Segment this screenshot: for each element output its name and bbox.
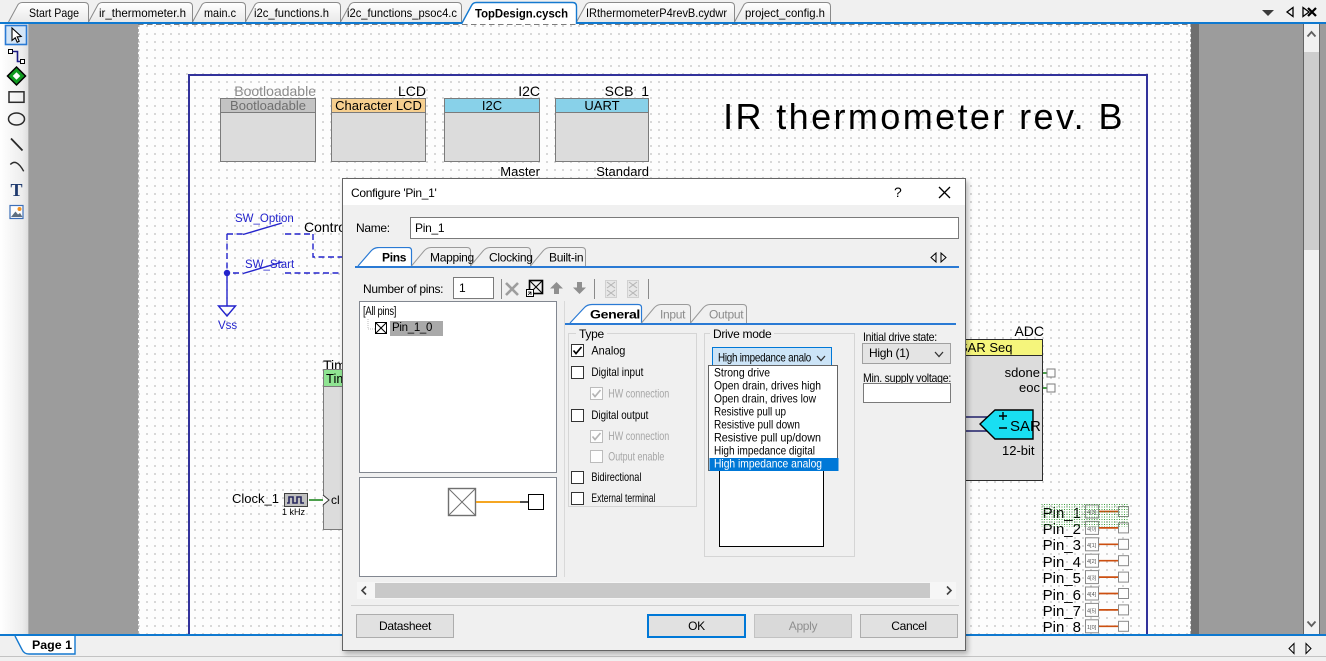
svg-text:TopDesign.cysch: TopDesign.cysch (475, 7, 568, 21)
svg-text:main.c: main.c (204, 6, 236, 20)
svg-text:1[0]: 1[0] (1087, 625, 1097, 631)
svg-text:Resistive pull up: Resistive pull up (714, 405, 786, 419)
svg-text:Digital input: Digital input (591, 365, 644, 379)
svg-text:4[5]: 4[5] (1087, 608, 1097, 614)
svg-text:Digital output: Digital output (591, 408, 649, 422)
svg-text:Strong drive: Strong drive (714, 366, 770, 380)
svg-text:General: General (590, 308, 640, 322)
svg-text:Start Page: Start Page (29, 6, 79, 20)
svg-text:Bidirectional: Bidirectional (591, 470, 641, 484)
svg-text:High impedance digital: High impedance digital (714, 444, 815, 458)
svg-text:Analog: Analog (591, 343, 625, 357)
svg-text:ir_thermometer.h: ir_thermometer.h (99, 6, 186, 20)
svg-text:External terminal: External terminal (591, 491, 655, 505)
svg-text:SAR: SAR (1010, 418, 1041, 435)
svg-text:project_config.h: project_config.h (745, 6, 825, 20)
svg-text:4[2]: 4[2] (1087, 559, 1097, 565)
svg-text:Output enable: Output enable (608, 449, 664, 463)
svg-text:4[0]: 4[0] (1087, 526, 1097, 532)
svg-text:T: T (11, 180, 23, 200)
svg-text:High impedance analo: High impedance analo (718, 351, 812, 365)
svg-text:HW connection: HW connection (608, 386, 669, 400)
svg-text:SW_Start: SW_Start (245, 259, 295, 271)
svg-text:Mapping: Mapping (430, 251, 474, 265)
svg-text:Resistive pull down: Resistive pull down (714, 418, 800, 432)
svg-text:Input: Input (660, 308, 686, 322)
svg-text:SW_Option: SW_Option (235, 213, 294, 225)
svg-text:cl: cl (331, 493, 340, 507)
svg-text:Open drain, drives high: Open drain, drives high (714, 379, 821, 393)
svg-text:4[3]: 4[3] (1087, 576, 1097, 582)
svg-text:High impedance analog: High impedance analog (714, 457, 822, 471)
svg-text:Pins: Pins (382, 251, 407, 265)
svg-text:4[4]: 4[4] (1087, 592, 1097, 598)
svg-text:Output: Output (709, 308, 744, 322)
svg-text:i2c_functions_psoc4.c: i2c_functions_psoc4.c (347, 6, 457, 20)
svg-text:IRthermometerP4revB.cydwr: IRthermometerP4revB.cydwr (586, 6, 727, 20)
svg-text:Open drain, drives low: Open drain, drives low (714, 392, 816, 406)
svg-text:Built-in: Built-in (549, 251, 583, 265)
svg-text:Page 1: Page 1 (32, 638, 72, 652)
svg-text:Vss: Vss (218, 320, 237, 332)
svg-text:4[1]: 4[1] (1087, 543, 1097, 549)
svg-text:HW connection: HW connection (608, 429, 669, 443)
svg-text:Resistive pull up/down: Resistive pull up/down (714, 431, 821, 445)
svg-text:Clocking: Clocking (489, 251, 533, 265)
svg-text:i2c_functions.h: i2c_functions.h (254, 6, 329, 20)
